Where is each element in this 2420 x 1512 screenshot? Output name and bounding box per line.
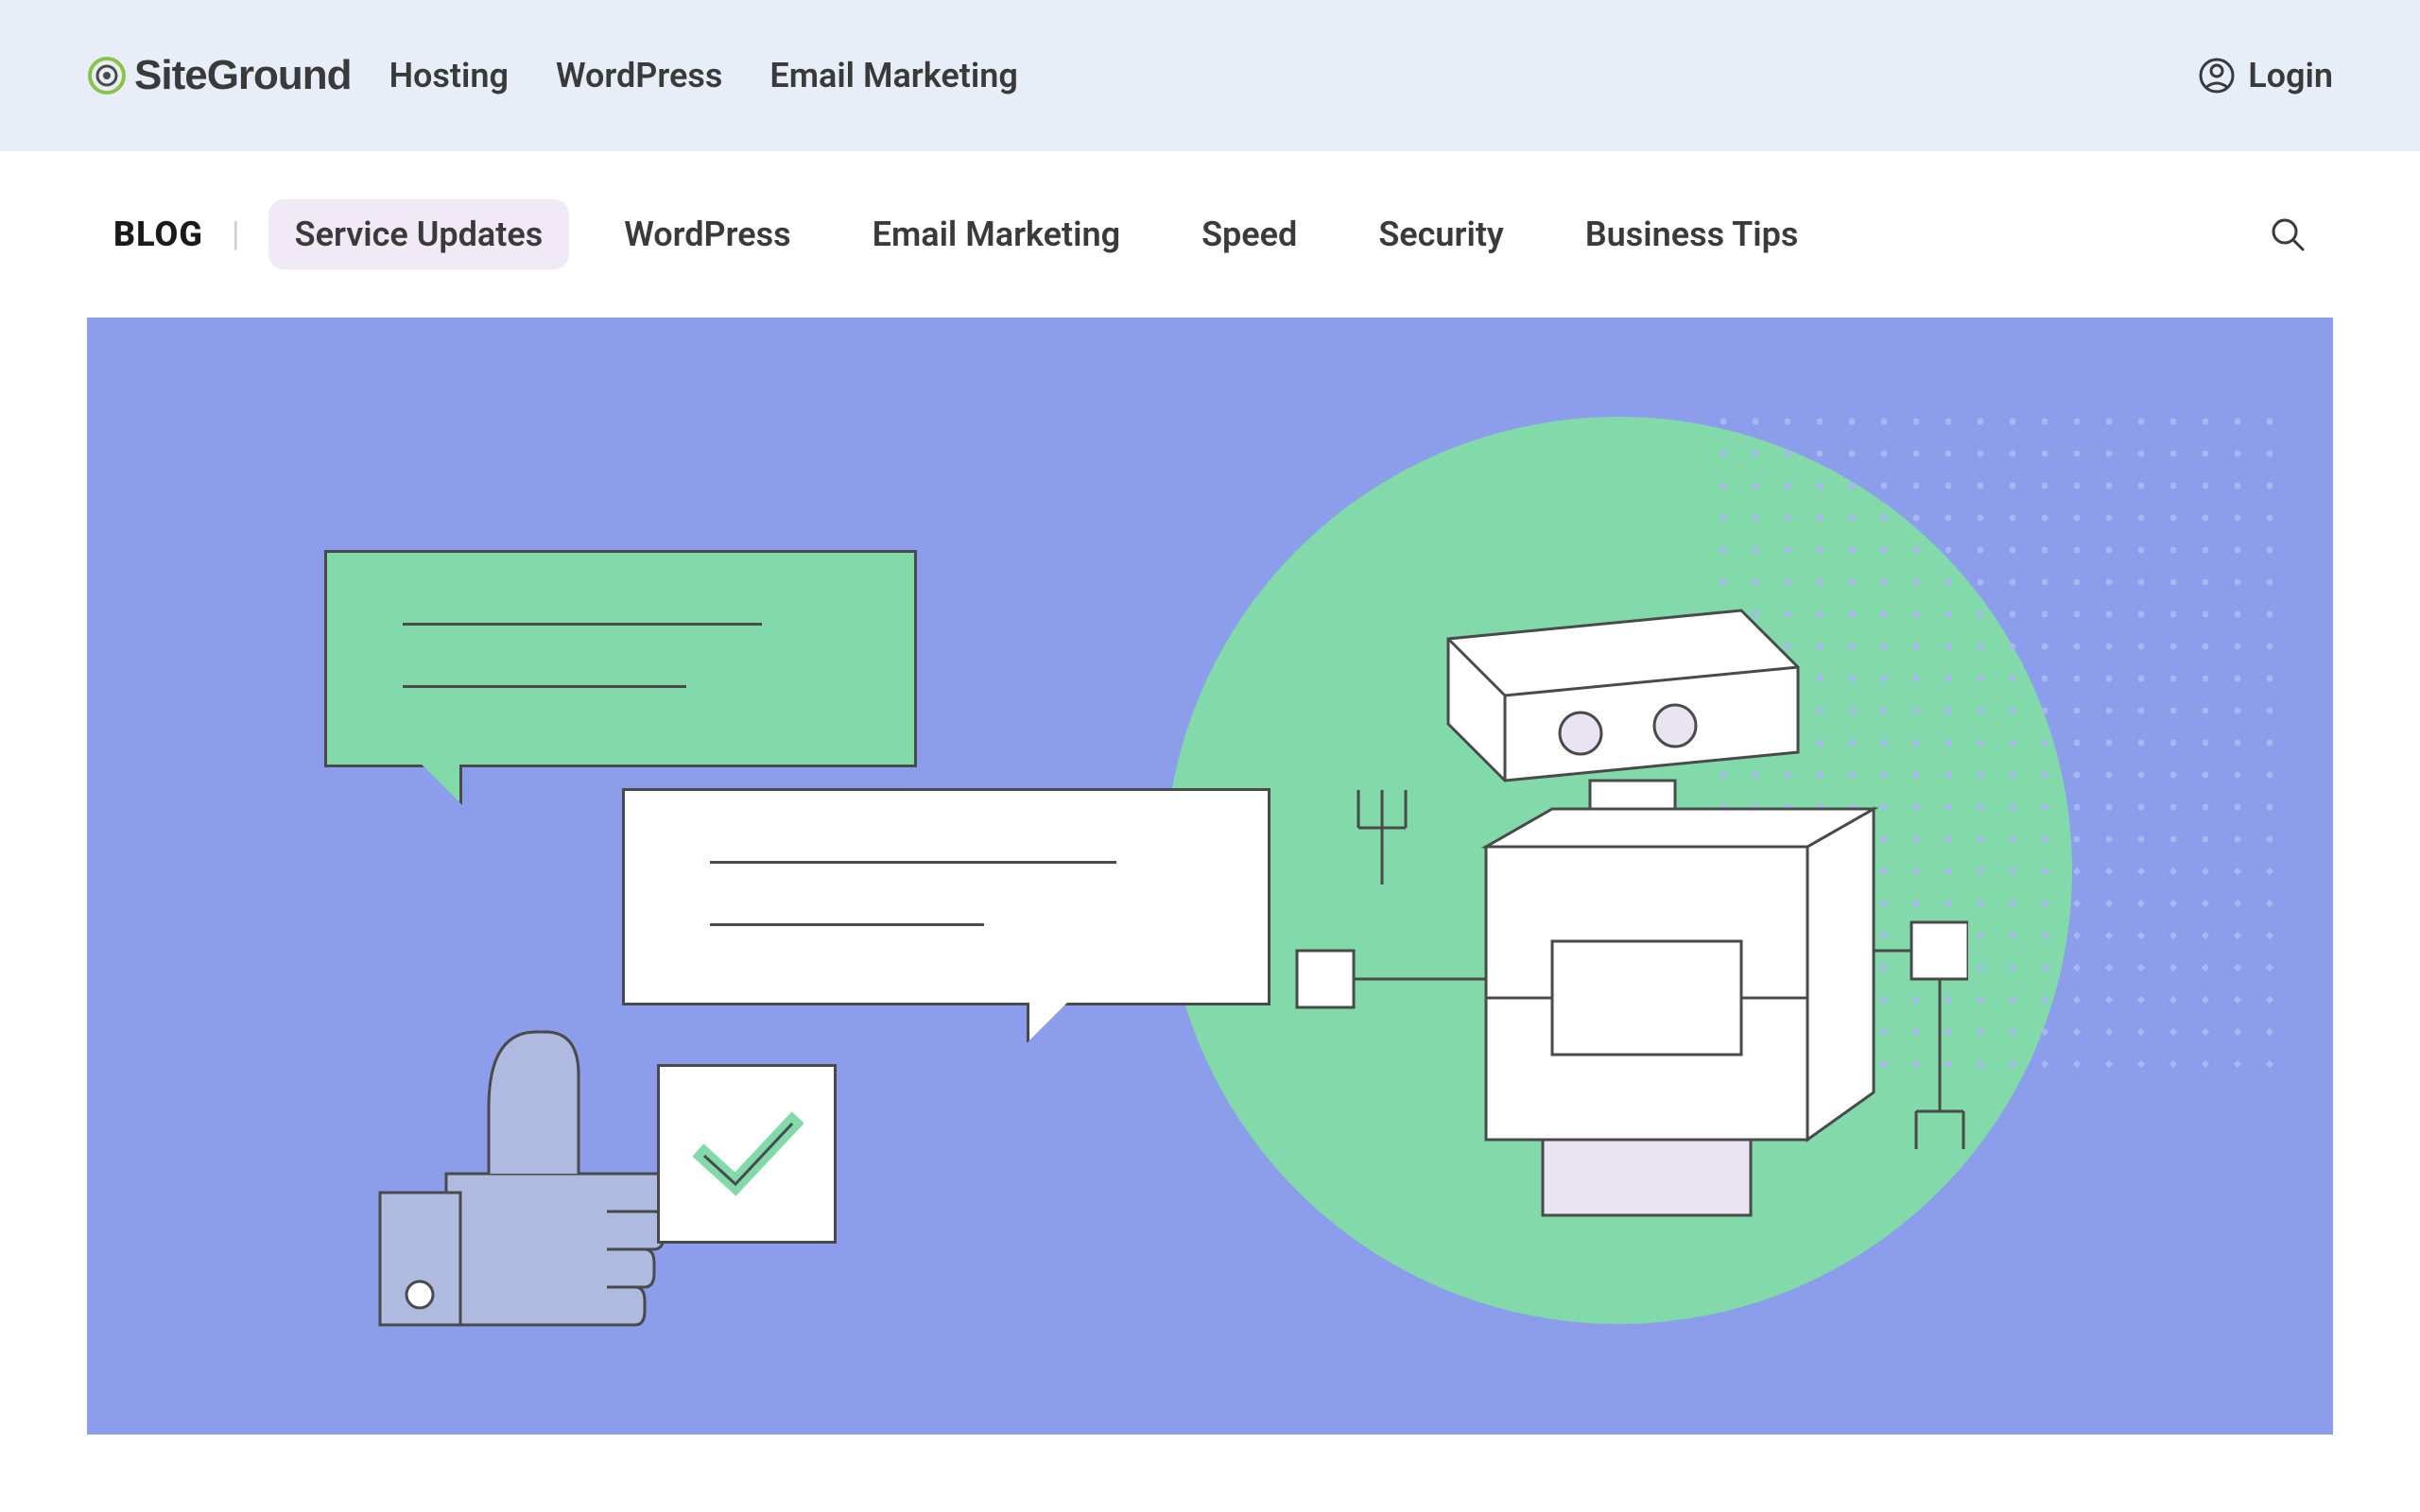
- blog-nav-email-marketing[interactable]: Email Marketing: [846, 199, 1147, 269]
- speech-line: [710, 861, 1116, 864]
- blog-sub-header: BLOG | Service Updates WordPress Email M…: [0, 151, 2420, 318]
- robot-icon: [1269, 544, 1968, 1338]
- nav-divider: |: [232, 215, 240, 254]
- blog-nav-security[interactable]: Security: [1352, 199, 1530, 269]
- blog-nav-wordpress[interactable]: WordPress: [597, 199, 817, 269]
- check-box-icon: [657, 1064, 837, 1244]
- blog-nav-service-updates[interactable]: Service Updates: [268, 199, 570, 269]
- hero-banner: [87, 318, 2333, 1435]
- speech-bubble-green: [324, 550, 917, 767]
- brand-swirl-icon: [87, 56, 127, 95]
- blog-nav-business-tips[interactable]: Business Tips: [1559, 199, 1825, 269]
- logo-nav-group: SiteGround Hosting WordPress Email Marke…: [87, 52, 1018, 99]
- user-circle-icon: [2199, 58, 2235, 94]
- thumbs-up-icon: [333, 975, 692, 1334]
- speech-line: [710, 923, 984, 926]
- blog-section-label[interactable]: BLOG: [113, 215, 203, 254]
- brand-name: SiteGround: [134, 52, 352, 99]
- login-label: Login: [2248, 56, 2333, 95]
- main-nav: Hosting WordPress Email Marketing: [389, 56, 1018, 95]
- top-header: SiteGround Hosting WordPress Email Marke…: [0, 0, 2420, 151]
- login-link[interactable]: Login: [2199, 56, 2333, 95]
- blog-nav-speed[interactable]: Speed: [1175, 199, 1323, 269]
- speech-line: [403, 623, 762, 626]
- speech-line: [403, 685, 686, 688]
- search-icon[interactable]: [2269, 215, 2307, 253]
- speech-bubble-white: [622, 788, 1270, 1005]
- blog-nav: BLOG | Service Updates WordPress Email M…: [113, 199, 1824, 269]
- nav-wordpress[interactable]: WordPress: [556, 56, 722, 95]
- nav-hosting[interactable]: Hosting: [389, 56, 509, 95]
- hero-container: [0, 318, 2420, 1435]
- nav-email-marketing[interactable]: Email Marketing: [769, 56, 1017, 95]
- brand-logo[interactable]: SiteGround: [87, 52, 352, 99]
